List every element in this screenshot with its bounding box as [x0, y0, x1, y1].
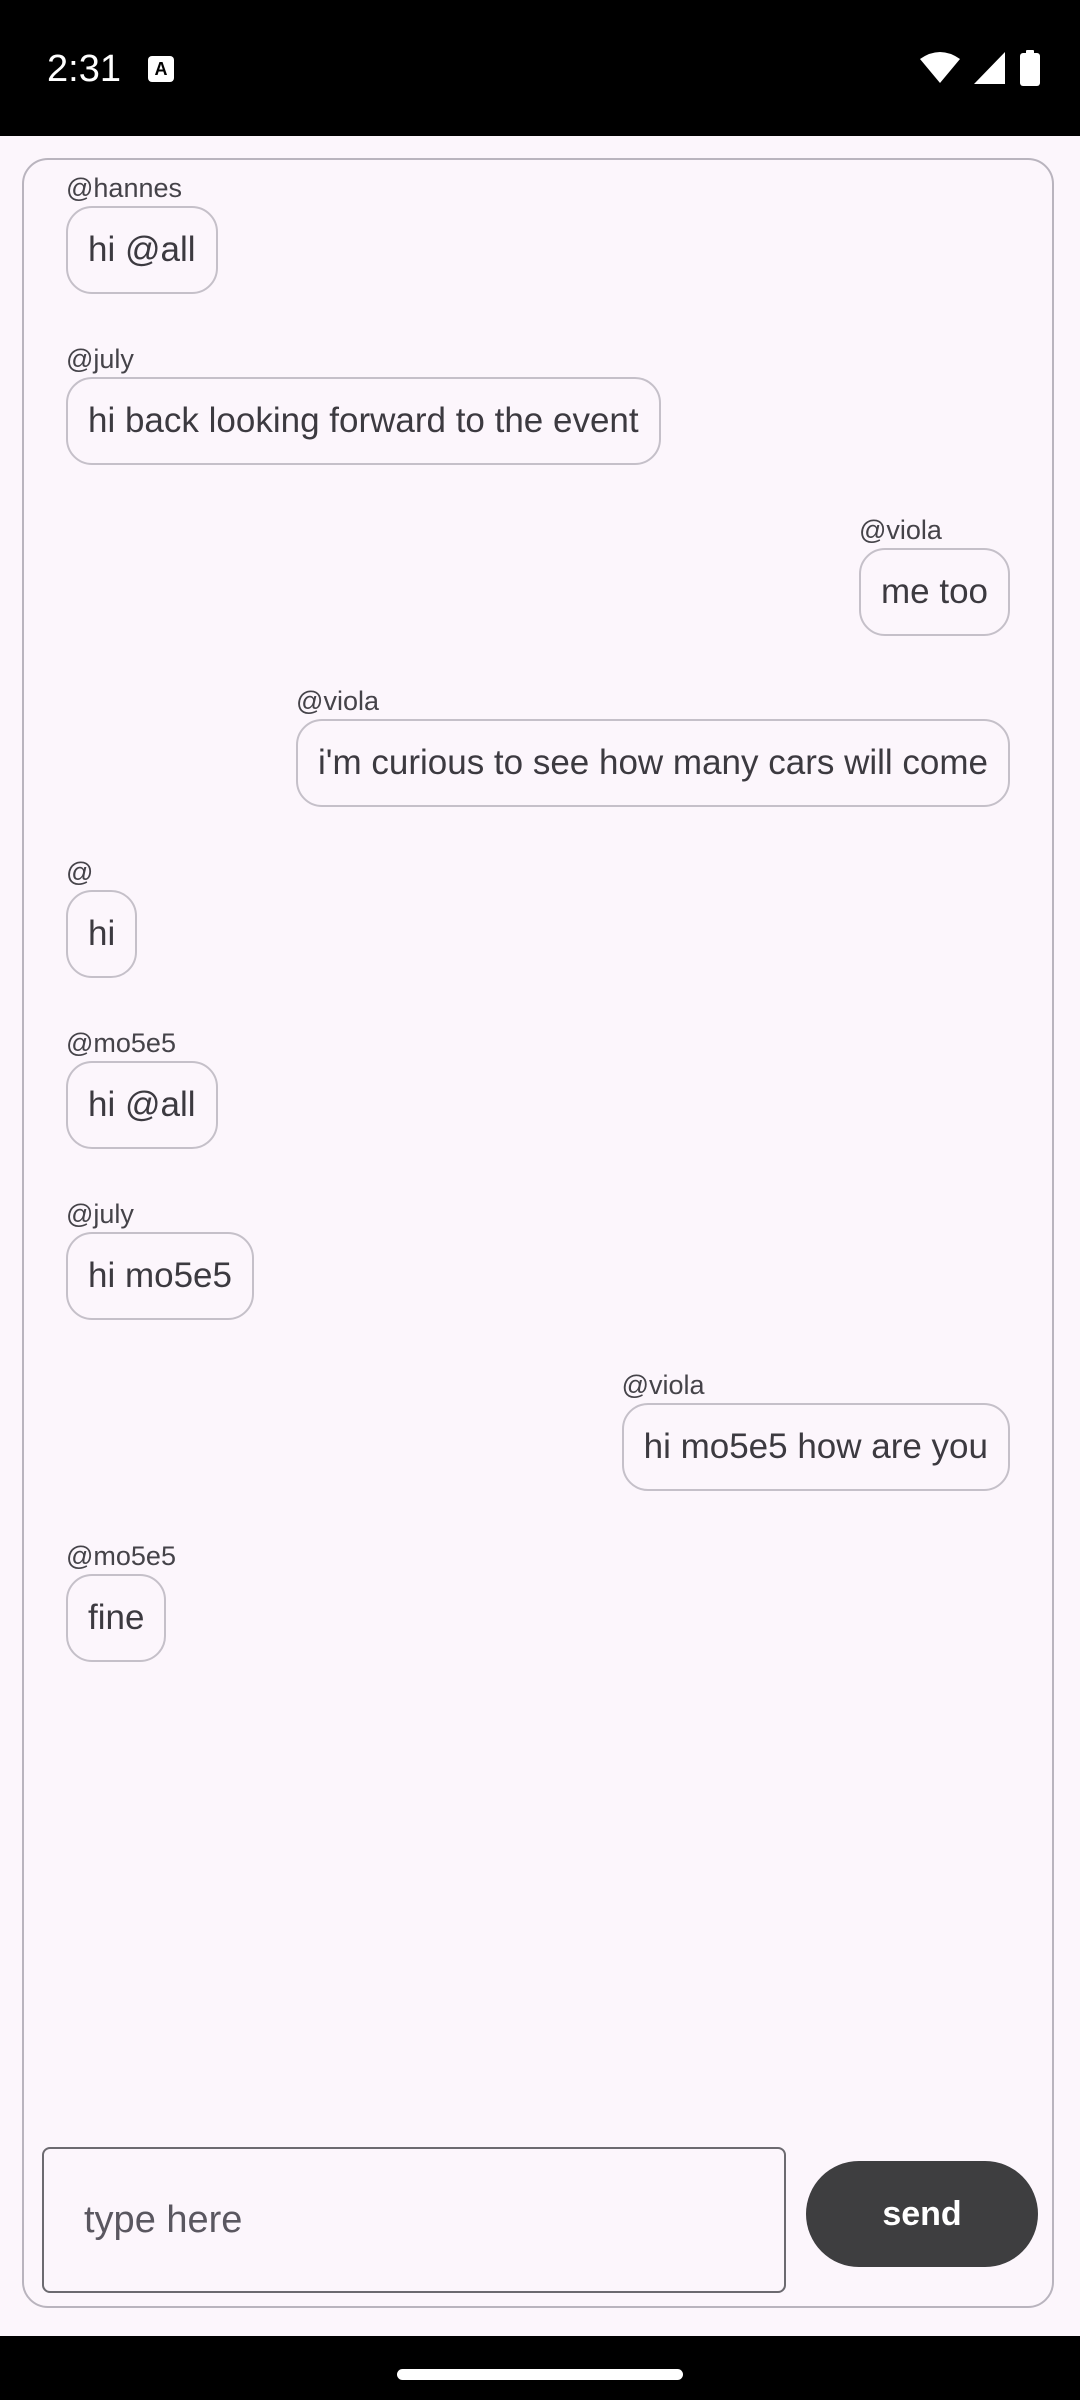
- message-bubble[interactable]: i'm curious to see how many cars will co…: [296, 719, 1010, 807]
- send-button[interactable]: send: [806, 2161, 1038, 2267]
- message-item: @hannes hi @all: [66, 172, 218, 294]
- message-item: @ hi: [66, 856, 138, 978]
- message-item: @july hi back looking forward to the even…: [66, 343, 661, 465]
- status-icons: [920, 48, 1040, 88]
- message-sender: @viola: [859, 515, 942, 545]
- wifi-icon: [920, 52, 960, 83]
- message-bubble[interactable]: hi mo5e5 how are you: [621, 1403, 1010, 1491]
- message-bubble[interactable]: hi mo5e5: [66, 1232, 254, 1320]
- notification-icon: A: [148, 56, 174, 82]
- message-item: @july hi mo5e5: [66, 1198, 254, 1320]
- chat-card: @hannes hi @all @july hi back looking forwa…: [22, 158, 1054, 2308]
- message-bubble[interactable]: me too: [859, 548, 1010, 636]
- message-sender: @hannes: [66, 173, 182, 203]
- message-bubble[interactable]: fine: [66, 1574, 167, 1662]
- message-sender: @viola: [296, 686, 379, 716]
- message-sender: @mo5e5: [66, 1028, 176, 1058]
- message-sender: @mo5e5: [66, 1541, 176, 1571]
- message-item: @mo5e5 fine: [66, 1540, 176, 1662]
- message-bubble[interactable]: hi back looking forward to the event: [66, 377, 661, 465]
- message-sender: @: [66, 857, 94, 887]
- message-item: @mo5e5 hi @all: [66, 1027, 218, 1149]
- message-item: @viola i'm curious to see how many cars w…: [296, 685, 1010, 807]
- message-bubble[interactable]: hi @all: [66, 206, 218, 294]
- status-time: 2:31: [47, 48, 121, 90]
- message-sender: @viola: [621, 1370, 705, 1400]
- message-sender: @july: [66, 1199, 134, 1229]
- message-item: @viola hi mo5e5 how are you: [621, 1369, 1010, 1491]
- navigation-bar: [0, 2336, 1080, 2400]
- message-bubble[interactable]: hi: [66, 890, 138, 978]
- message-item: @viola me too: [859, 514, 1010, 636]
- battery-icon: [1020, 50, 1040, 86]
- message-sender: @july: [66, 344, 134, 374]
- message-input[interactable]: [42, 2147, 786, 2293]
- home-handle[interactable]: [397, 2369, 683, 2380]
- message-bubble[interactable]: hi @all: [66, 1061, 218, 1149]
- signal-icon: [974, 52, 1005, 84]
- status-bar: 2:31 A: [0, 0, 1080, 136]
- app-content: @hannes hi @all @july hi back looking forwa…: [0, 136, 1080, 2336]
